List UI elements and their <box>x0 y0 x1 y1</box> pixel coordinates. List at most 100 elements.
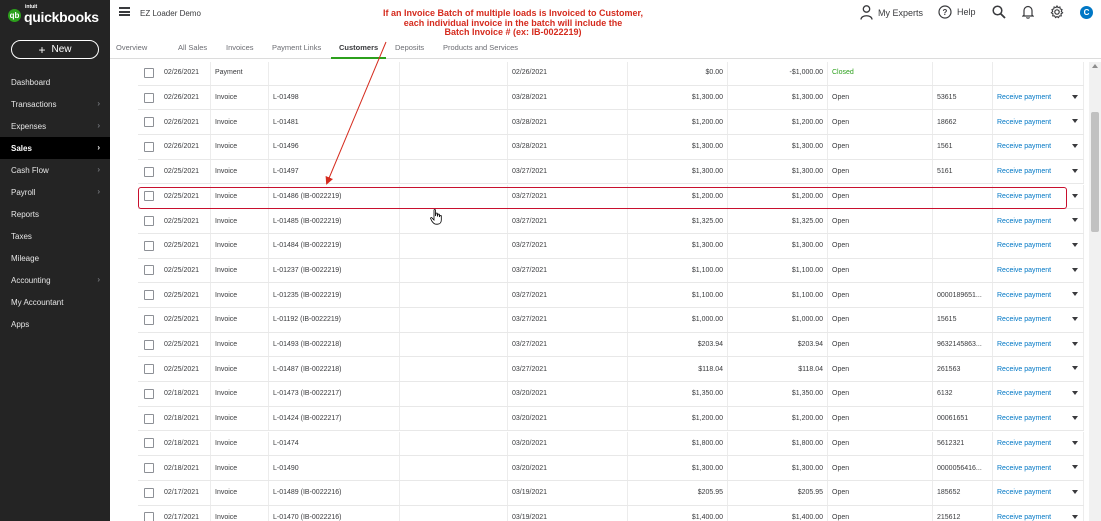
chevron-down-icon[interactable] <box>1072 465 1078 470</box>
table-row[interactable]: 02/25/2021 Invoice L-01192 (IB-0022219) 03/… <box>138 308 1084 333</box>
receive-payment-link[interactable]: Receive payment <box>997 415 1051 422</box>
tab-customers[interactable]: Customers <box>330 43 387 59</box>
tab-all-sales[interactable]: All Sales <box>178 43 207 59</box>
chevron-down-icon[interactable] <box>1072 193 1078 198</box>
help-button[interactable]: ? Help <box>938 5 976 19</box>
table-row[interactable]: 02/25/2021 Invoice L-01485 (IB-0022219) 03/… <box>138 209 1084 234</box>
sidebar-item-taxes[interactable]: Taxes <box>0 225 110 247</box>
table-row[interactable]: 02/18/2021 Invoice L-01490 03/20/2021 $1,300… <box>138 456 1084 481</box>
receive-payment-link[interactable]: Receive payment <box>997 366 1051 373</box>
vertical-scrollbar[interactable] <box>1089 62 1101 521</box>
table-row[interactable]: 02/26/2021 Invoice L-01481 03/28/2021 $1,200… <box>138 110 1084 136</box>
chevron-down-icon[interactable] <box>1072 144 1078 149</box>
receive-payment-link[interactable]: Receive payment <box>997 143 1051 150</box>
settings-button[interactable] <box>1050 5 1064 19</box>
sidebar-item-accounting[interactable]: Accounting › <box>0 269 110 291</box>
row-checkbox[interactable] <box>144 463 154 474</box>
row-checkbox[interactable] <box>144 388 154 399</box>
chevron-down-icon[interactable] <box>1072 242 1078 247</box>
chevron-down-icon[interactable] <box>1072 168 1078 173</box>
row-checkbox[interactable] <box>144 166 154 177</box>
row-checkbox[interactable] <box>144 141 154 152</box>
receive-payment-link[interactable]: Receive payment <box>997 440 1051 447</box>
user-avatar[interactable]: C <box>1080 6 1093 19</box>
chevron-down-icon[interactable] <box>1072 119 1078 124</box>
tab-payment-links[interactable]: Payment Links <box>272 43 321 59</box>
receive-payment-link[interactable]: Receive payment <box>997 390 1051 397</box>
row-checkbox[interactable] <box>144 438 154 449</box>
sidebar-item-cash-flow[interactable]: Cash Flow › <box>0 159 110 181</box>
sidebar-item-expenses[interactable]: Expenses › <box>0 115 110 137</box>
table-row[interactable]: 02/25/2021 Invoice L-01487 (IB-0022218) 03/… <box>138 357 1084 383</box>
receive-payment-link[interactable]: Receive payment <box>997 267 1051 274</box>
sidebar-item-apps[interactable]: Apps <box>0 313 110 335</box>
receive-payment-link[interactable]: Receive payment <box>997 489 1051 496</box>
tab-overview[interactable]: Overview <box>116 43 147 59</box>
sidebar-item-payroll[interactable]: Payroll › <box>0 181 110 203</box>
receive-payment-link[interactable]: Receive payment <box>997 119 1051 126</box>
hamburger-menu-icon[interactable] <box>119 7 130 16</box>
sidebar-item-transactions[interactable]: Transactions › <box>0 93 110 115</box>
row-checkbox[interactable] <box>144 487 154 498</box>
chevron-down-icon[interactable] <box>1072 292 1078 297</box>
table-row[interactable]: 02/26/2021 Invoice L-01496 03/28/2021 $1,300… <box>138 135 1084 160</box>
chevron-down-icon[interactable] <box>1072 440 1078 445</box>
row-checkbox[interactable] <box>144 92 154 103</box>
scroll-up-arrow-icon[interactable] <box>1092 64 1098 68</box>
row-checkbox[interactable] <box>144 216 154 227</box>
row-checkbox[interactable] <box>144 512 154 521</box>
receive-payment-link[interactable]: Receive payment <box>997 514 1051 521</box>
receive-payment-link[interactable]: Receive payment <box>997 465 1051 472</box>
row-checkbox[interactable] <box>144 240 154 251</box>
table-row[interactable]: 02/18/2021 Invoice L-01473 (IB-0022217) 03/… <box>138 382 1084 407</box>
table-row[interactable]: 02/25/2021 Invoice L-01484 (IB-0022219) 03/… <box>138 233 1084 259</box>
tab-products-and-services[interactable]: Products and Services <box>443 43 518 59</box>
receive-payment-link[interactable]: Receive payment <box>997 316 1051 323</box>
table-row[interactable]: 02/25/2021 Invoice L-01237 (IB-0022219) 03/… <box>138 258 1084 284</box>
scroll-thumb[interactable] <box>1091 112 1099 232</box>
chevron-down-icon[interactable] <box>1072 514 1078 519</box>
receive-payment-link[interactable]: Receive payment <box>997 94 1051 101</box>
table-row[interactable]: 02/17/2021 Invoice L-01489 (IB-0022216) 03/… <box>138 480 1084 506</box>
chevron-down-icon[interactable] <box>1072 415 1078 420</box>
tab-deposits[interactable]: Deposits <box>395 43 424 59</box>
chevron-down-icon[interactable] <box>1072 218 1078 223</box>
receive-payment-link[interactable]: Receive payment <box>997 242 1051 249</box>
table-row[interactable]: 02/26/2021 Payment 02/26/2021 $0.00 -$1,000.… <box>138 62 1084 86</box>
chevron-down-icon[interactable] <box>1072 366 1078 371</box>
row-checkbox[interactable] <box>144 117 154 128</box>
table-row[interactable]: 02/25/2021 Invoice L-01235 (IB-0022219) 03/… <box>138 283 1084 308</box>
receive-payment-link[interactable]: Receive payment <box>997 292 1051 299</box>
table-row[interactable]: 02/17/2021 Invoice L-01470 (IB-0022216) 03/… <box>138 505 1084 521</box>
chevron-down-icon[interactable] <box>1072 317 1078 321</box>
quickbooks-logo[interactable]: qb intuit quickbooks <box>8 4 99 25</box>
table-row[interactable]: 02/18/2021 Invoice L-01424 (IB-0022217) 03/… <box>138 406 1084 432</box>
row-checkbox[interactable] <box>144 67 154 78</box>
sidebar-item-my-accountant[interactable]: My Accountant <box>0 291 110 313</box>
row-checkbox[interactable] <box>144 290 154 301</box>
sidebar-item-reports[interactable]: Reports <box>0 203 110 225</box>
tab-invoices[interactable]: Invoices <box>226 43 254 59</box>
chevron-down-icon[interactable] <box>1072 391 1078 396</box>
sidebar-item-mileage[interactable]: Mileage <box>0 247 110 269</box>
table-row[interactable]: 02/25/2021 Invoice L-01497 03/27/2021 $1,300… <box>138 159 1084 185</box>
row-checkbox[interactable] <box>144 265 154 276</box>
new-button[interactable]: + New <box>11 40 99 59</box>
sidebar-item-sales[interactable]: Sales › <box>0 137 110 159</box>
receive-payment-link[interactable]: Receive payment <box>997 168 1051 175</box>
receive-payment-link[interactable]: Receive payment <box>997 341 1051 348</box>
row-checkbox[interactable] <box>144 364 154 375</box>
chevron-down-icon[interactable] <box>1072 267 1078 272</box>
search-button[interactable] <box>992 5 1006 19</box>
row-checkbox[interactable] <box>144 413 154 424</box>
chevron-down-icon[interactable] <box>1072 489 1078 494</box>
receive-payment-link[interactable]: Receive payment <box>997 218 1051 225</box>
table-row[interactable]: 02/25/2021 Invoice L-01493 (IB-0022218) 03/… <box>138 332 1084 358</box>
table-row[interactable]: 02/18/2021 Invoice L-01474 03/20/2021 $1,800… <box>138 431 1084 457</box>
notifications-button[interactable] <box>1022 5 1034 19</box>
row-checkbox[interactable] <box>144 314 154 325</box>
row-checkbox[interactable] <box>144 339 154 350</box>
chevron-down-icon[interactable] <box>1072 94 1078 99</box>
table-row[interactable]: 02/26/2021 Invoice L-01498 03/28/2021 $1,300… <box>138 85 1084 111</box>
my-experts-button[interactable]: My Experts <box>860 5 923 20</box>
